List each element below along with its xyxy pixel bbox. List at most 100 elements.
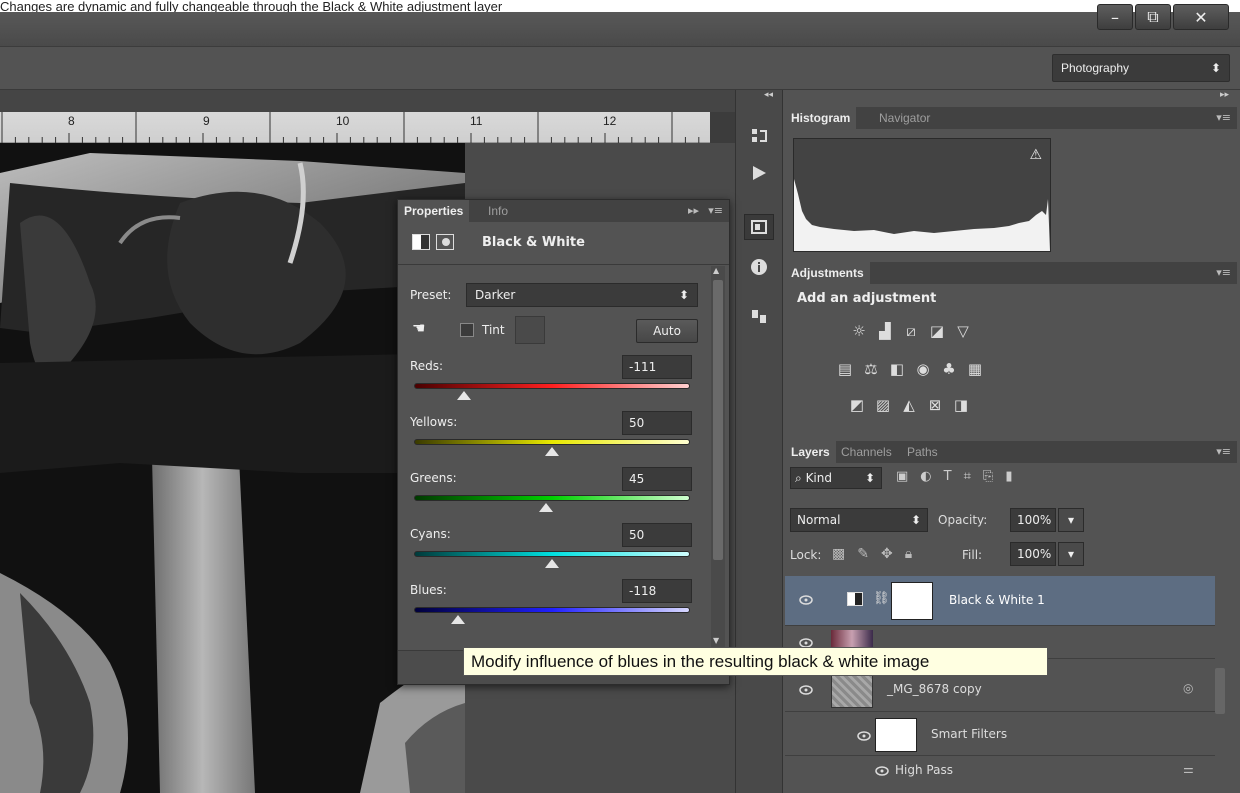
eye-icon[interactable] <box>799 594 813 608</box>
layer-name[interactable]: Black & White 1 <box>949 593 1045 607</box>
adjustment-layer-filter-icon[interactable]: ◐ <box>920 469 931 484</box>
panel-menu-icon[interactable]: ▾≡ <box>1216 445 1231 458</box>
slider-track[interactable] <box>414 551 690 557</box>
actions-play-icon[interactable] <box>744 160 774 186</box>
curves-icon[interactable]: ⧄ <box>900 322 922 340</box>
slider-thumb[interactable] <box>545 447 559 456</box>
tab-paths[interactable]: Paths <box>901 441 944 463</box>
scrollbar-thumb[interactable] <box>713 280 723 560</box>
photo-filter-icon[interactable]: ◉ <box>912 360 934 378</box>
lock-paint-icon[interactable]: ✎ <box>857 546 869 562</box>
smart-filter-badge-icon[interactable]: ◎ <box>1183 681 1193 695</box>
layer-name[interactable]: _MG_8678 copy <box>887 682 982 696</box>
properties-panel-icon[interactable] <box>744 214 774 240</box>
layer-mask-thumbnail[interactable] <box>891 582 933 620</box>
slider-track[interactable] <box>414 439 690 445</box>
collapse-arrows-icon[interactable]: ▸▸ <box>688 204 699 217</box>
black-white-icon[interactable]: ◧ <box>886 360 908 378</box>
slider-value-field[interactable]: 45 <box>622 467 692 491</box>
slider-value-field[interactable]: 50 <box>622 523 692 547</box>
color-balance-icon[interactable]: ⚖ <box>860 360 882 378</box>
lock-position-icon[interactable]: ✥ <box>881 546 893 562</box>
panel-menu-icon[interactable]: ▾≡ <box>708 204 723 217</box>
vibrance-icon[interactable]: ▽ <box>952 322 974 340</box>
slider-thumb[interactable] <box>456 391 471 400</box>
slider-thumb[interactable] <box>451 615 466 624</box>
smart-object-filter-icon[interactable]: ⎘ <box>983 469 993 484</box>
threshold-icon[interactable]: ◭ <box>898 396 920 414</box>
clone-source-icon[interactable] <box>744 303 774 329</box>
layer-row-smart-filters[interactable]: Smart Filters <box>785 714 1215 756</box>
type-layer-filter-icon[interactable]: T <box>944 469 952 484</box>
layer-row-black-white[interactable]: ⛓ Black & White 1 <box>785 576 1215 626</box>
collapse-arrows-icon[interactable]: ◂◂ <box>764 90 773 100</box>
layer-name[interactable]: High Pass <box>895 763 953 777</box>
layer-row-high-pass[interactable]: High Pass ⚌ <box>785 757 1215 785</box>
tab-histogram[interactable]: Histogram <box>785 107 857 129</box>
auto-button[interactable]: Auto <box>636 319 698 343</box>
levels-icon[interactable]: ▟ <box>874 322 896 340</box>
fill-dropdown-button[interactable]: ▾ <box>1058 542 1084 566</box>
eye-icon[interactable] <box>799 684 813 698</box>
eye-icon[interactable] <box>875 765 889 779</box>
slider-value-field[interactable]: 50 <box>622 411 692 435</box>
panel-menu-icon[interactable]: ▾≡ <box>1216 266 1231 279</box>
targeted-adjustment-hand-icon[interactable]: ☚ <box>412 319 425 337</box>
color-lookup-icon[interactable]: ▦ <box>964 360 986 378</box>
tint-checkbox[interactable] <box>460 323 474 337</box>
selective-color-icon[interactable]: ⊠ <box>924 396 946 414</box>
invert-icon[interactable]: ◩ <box>846 396 868 414</box>
fill-field[interactable]: 100% <box>1010 542 1056 566</box>
link-icon[interactable]: ⛓ <box>873 591 890 606</box>
tab-navigator[interactable]: Navigator <box>873 107 936 129</box>
layer-name[interactable]: Smart Filters <box>931 727 1007 741</box>
cache-warning-icon[interactable]: ⚠ <box>1029 147 1042 163</box>
slider-value-field[interactable]: -118 <box>622 579 692 603</box>
eye-icon[interactable] <box>857 730 871 744</box>
tab-channels[interactable]: Channels <box>835 441 898 463</box>
exposure-icon[interactable]: ◪ <box>926 322 948 340</box>
layer-filter-kind[interactable]: ⌕ Kind ⬍ <box>790 467 882 489</box>
tab-layers[interactable]: Layers <box>785 441 836 463</box>
brightness-contrast-icon[interactable]: ☼ <box>848 322 870 340</box>
restore-button[interactable]: ⧉ <box>1135 4 1171 30</box>
expand-arrows-icon[interactable]: ▸▸ <box>1220 90 1229 100</box>
filter-mask-thumbnail[interactable] <box>875 718 917 752</box>
hue-saturation-icon[interactable]: ▤ <box>834 360 856 378</box>
panel-menu-icon[interactable]: ▾≡ <box>1216 111 1231 124</box>
tab-info[interactable]: Info <box>482 200 514 222</box>
slider-track[interactable] <box>414 495 690 501</box>
lock-all-icon[interactable]: 🔒︎ <box>905 546 912 562</box>
history-icon[interactable] <box>744 123 774 149</box>
workspace-switcher[interactable]: Photography ⬍ <box>1052 54 1230 82</box>
slider-track[interactable] <box>414 383 690 389</box>
filter-blending-options-icon[interactable]: ⚌ <box>1183 762 1194 776</box>
info-icon[interactable] <box>744 254 774 280</box>
properties-scrollbar[interactable]: ▲ ▼ <box>711 266 725 650</box>
scroll-down-icon[interactable]: ▼ <box>713 636 719 645</box>
slider-thumb[interactable] <box>545 559 559 568</box>
mask-icon[interactable] <box>436 234 454 250</box>
preset-select[interactable]: Darker ⬍ <box>466 283 698 307</box>
posterize-icon[interactable]: ▨ <box>872 396 894 414</box>
tab-adjustments[interactable]: Adjustments <box>785 262 870 284</box>
pixel-layer-filter-icon[interactable]: ▣ <box>896 469 908 484</box>
slider-thumb[interactable] <box>539 503 554 512</box>
tint-color-swatch[interactable] <box>515 316 545 344</box>
channel-mixer-icon[interactable]: ♣ <box>938 360 960 378</box>
lock-transparent-icon[interactable]: ▩ <box>832 546 845 562</box>
slider-value-field[interactable]: -111 <box>622 355 692 379</box>
minimize-button[interactable]: – <box>1097 4 1133 30</box>
blend-mode-select[interactable]: Normal ⬍ <box>790 508 928 532</box>
slider-track[interactable] <box>414 607 690 613</box>
layers-scrollbar[interactable] <box>1215 668 1225 714</box>
opacity-dropdown-button[interactable]: ▾ <box>1058 508 1084 532</box>
filter-toggle-icon[interactable]: ▮ <box>1005 469 1012 484</box>
slider-greens: Greens: 45 <box>398 465 708 521</box>
shape-layer-filter-icon[interactable]: ⌗ <box>964 469 971 484</box>
close-button[interactable]: ✕ <box>1173 4 1229 30</box>
scroll-up-icon[interactable]: ▲ <box>713 266 719 275</box>
tab-properties[interactable]: Properties <box>398 200 470 222</box>
gradient-map-icon[interactable]: ◨ <box>950 396 972 414</box>
opacity-field[interactable]: 100% <box>1010 508 1056 532</box>
